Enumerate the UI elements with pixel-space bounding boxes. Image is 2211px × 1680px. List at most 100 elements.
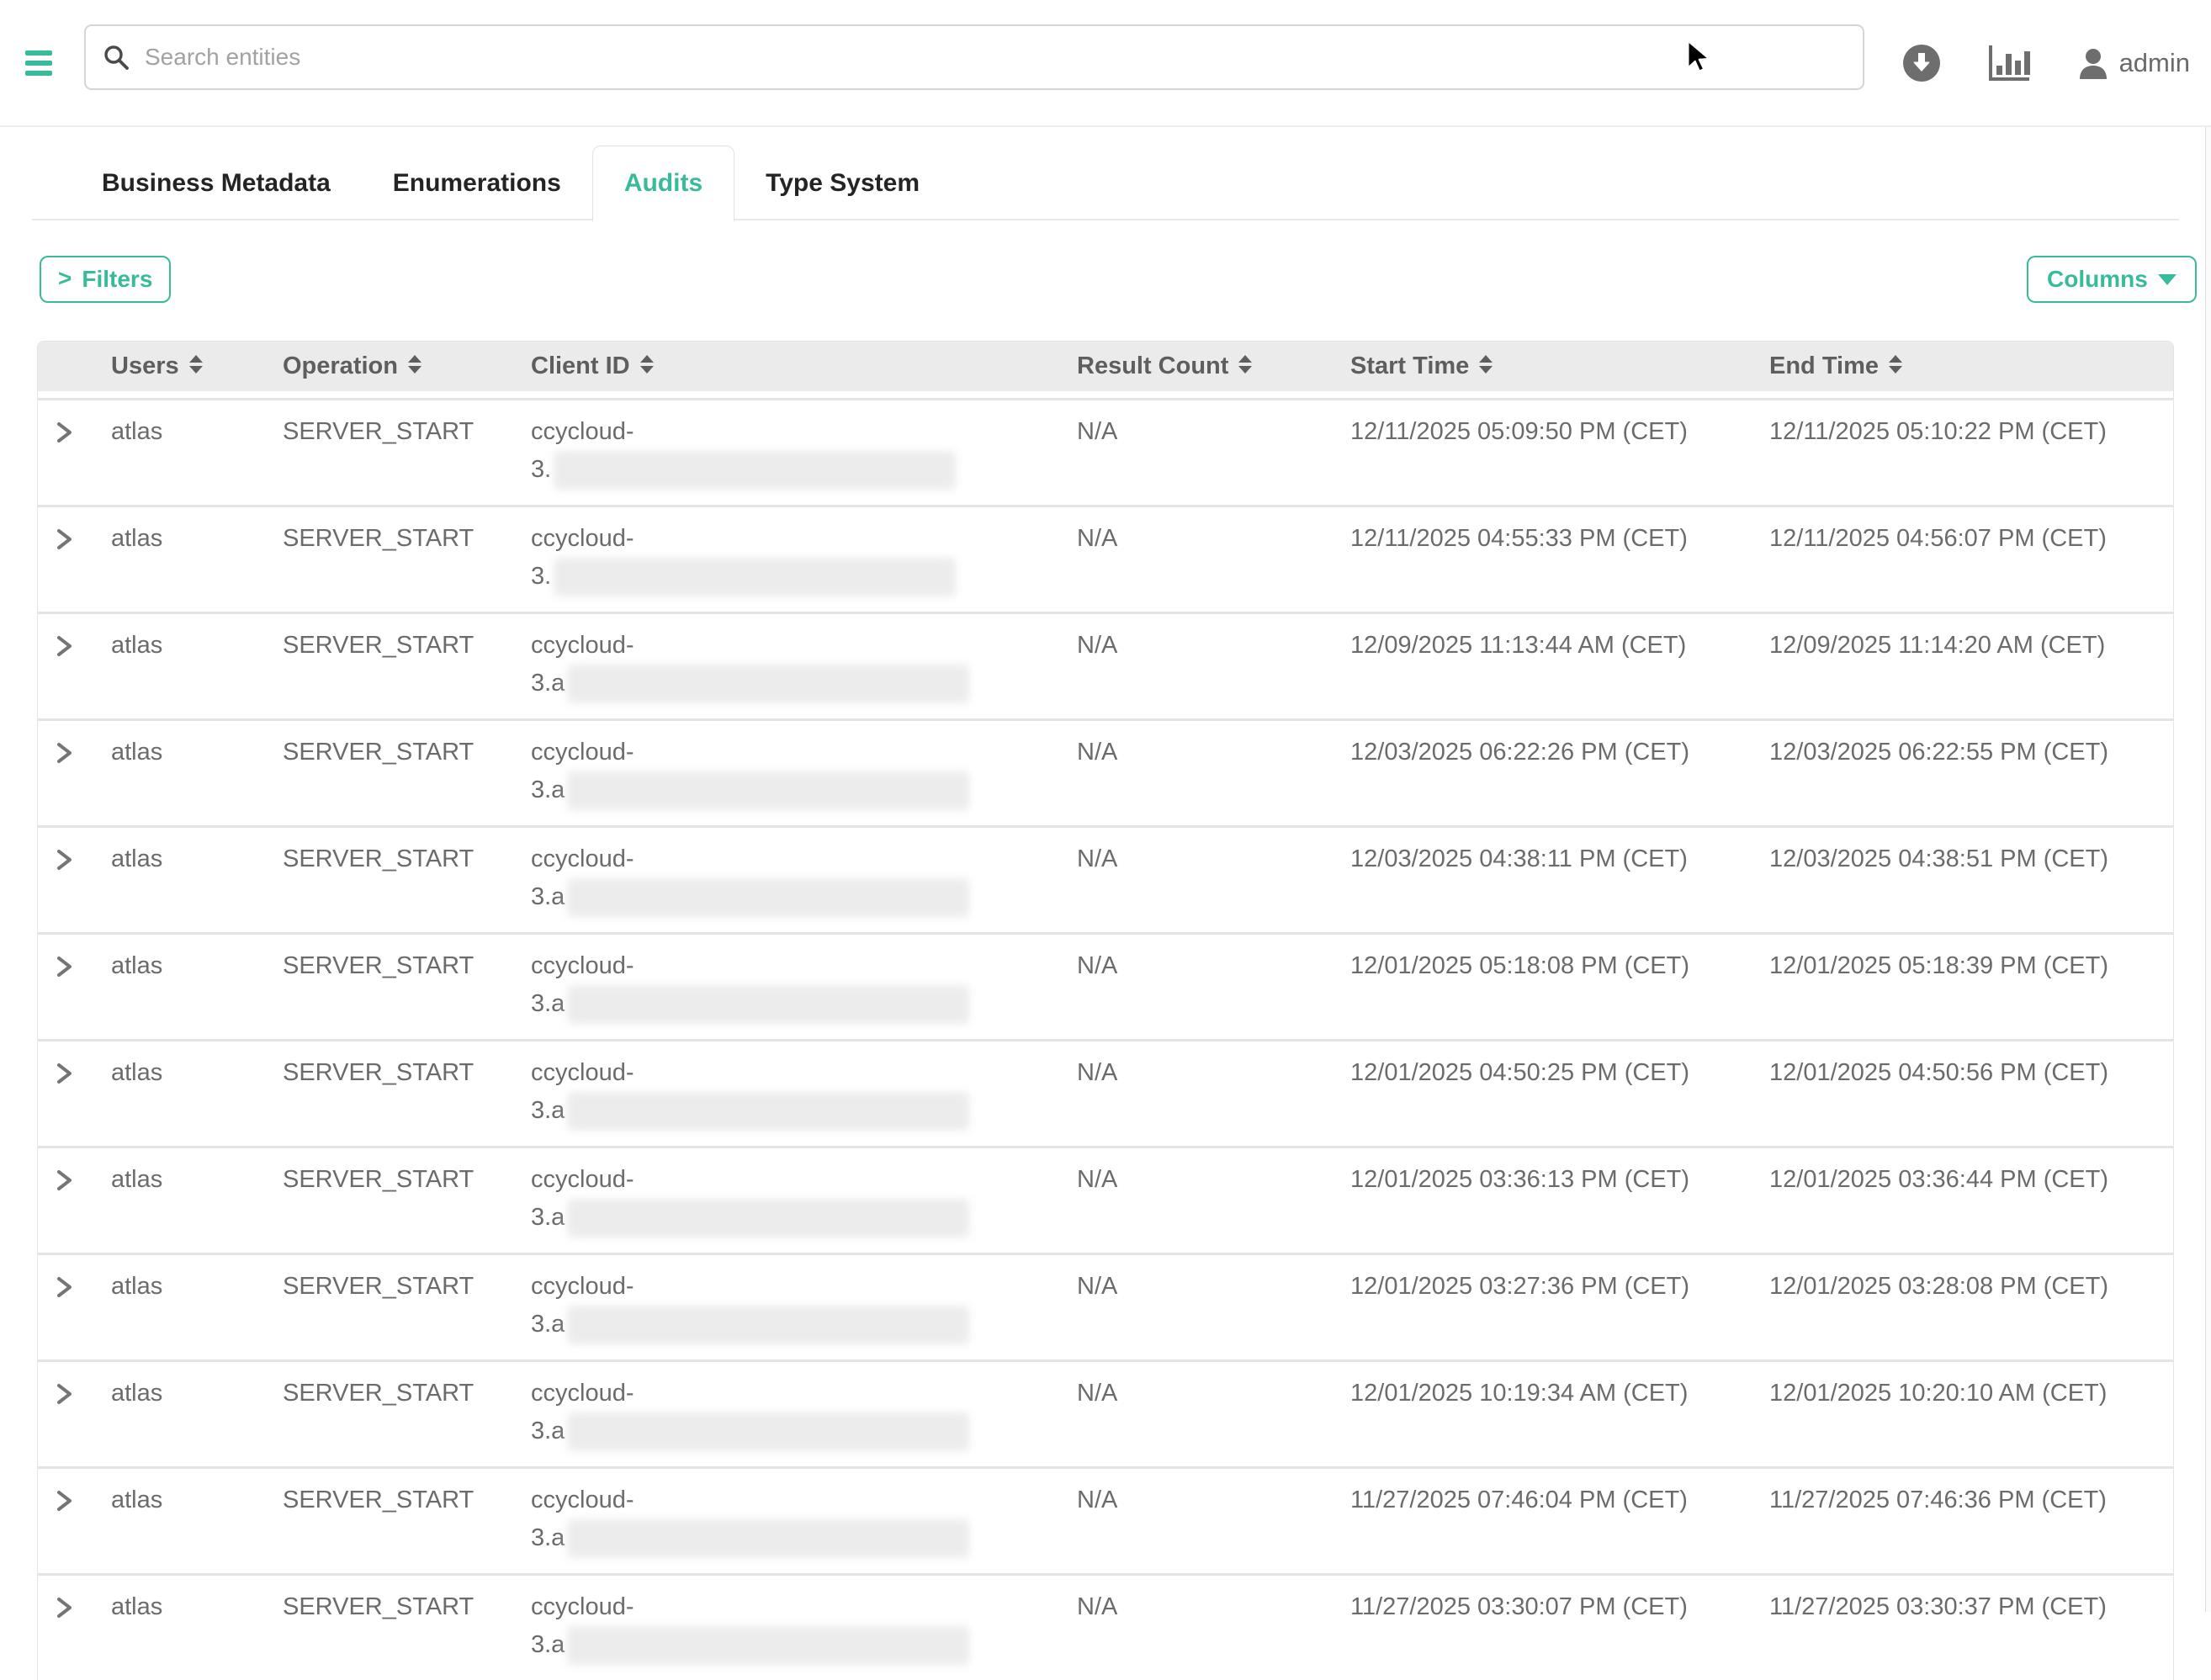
- tab-type-system[interactable]: Type System: [734, 146, 951, 220]
- cell-user: atlas: [111, 1593, 162, 1620]
- cell-start-time: 12/01/2025 04:50:25 PM (CET): [1350, 1059, 1689, 1086]
- chevron-right-icon: [53, 847, 75, 872]
- redacted-client-id: [567, 985, 969, 1024]
- expand-row-button[interactable]: [53, 1482, 75, 1510]
- cell-result-count: N/A: [1077, 1273, 1117, 1300]
- navbar-actions: admin: [1902, 0, 2190, 126]
- cell-client-id-line2: 3.a: [531, 1412, 1065, 1451]
- search-input[interactable]: [145, 44, 1846, 71]
- expand-row-button[interactable]: [53, 734, 75, 762]
- column-header-operation[interactable]: Operation: [271, 342, 519, 398]
- caret-down-icon: [2158, 274, 2177, 285]
- chevron-right-icon: [53, 1595, 75, 1620]
- cell-user: atlas: [111, 1487, 162, 1513]
- expand-row-button[interactable]: [53, 948, 75, 976]
- expand-row-button[interactable]: [53, 414, 75, 442]
- audit-table: Users Operation Client ID Result Count S…: [37, 341, 2174, 1680]
- cell-client-id-line2: 3.a: [531, 985, 1065, 1024]
- cell-end-time: 12/03/2025 04:38:51 PM (CET): [1769, 845, 2108, 872]
- column-header-client-id[interactable]: Client ID: [519, 342, 1065, 398]
- table-row: atlas SERVER_START ccycloud- 3.a N/A 11/…: [38, 1466, 2173, 1573]
- cell-result-count: N/A: [1077, 1059, 1117, 1086]
- redacted-client-id: [567, 1092, 969, 1131]
- sort-icon[interactable]: [1238, 355, 1252, 374]
- cell-client-id-line2: 3.: [531, 558, 1065, 596]
- client-id-prefix: 3.: [531, 456, 551, 483]
- cell-client-id-line2: 3.a: [531, 878, 1065, 917]
- cell-result-count: N/A: [1077, 1380, 1117, 1407]
- hamburger-menu-icon: [25, 50, 56, 76]
- redacted-client-id: [554, 558, 956, 596]
- username-label: admin: [2119, 48, 2190, 78]
- statistics-button[interactable]: [1988, 44, 2030, 82]
- column-header-end-time[interactable]: End Time: [1758, 342, 2173, 398]
- cell-client-id-line1: ccycloud-: [531, 1161, 1065, 1199]
- tab-business-metadata[interactable]: Business Metadata: [71, 146, 362, 220]
- cell-result-count: N/A: [1077, 525, 1117, 552]
- tab-audits[interactable]: Audits: [592, 146, 734, 222]
- cell-end-time: 12/03/2025 06:22:55 PM (CET): [1769, 739, 2108, 766]
- cell-client-id-line2: 3.a: [531, 1199, 1065, 1237]
- chevron-right-icon: [53, 1488, 75, 1513]
- sort-icon[interactable]: [1479, 355, 1493, 374]
- cell-user: atlas: [111, 1380, 162, 1407]
- tab-enumerations[interactable]: Enumerations: [362, 146, 592, 220]
- column-label: Operation: [283, 352, 398, 379]
- expand-row-button[interactable]: [53, 628, 75, 655]
- cell-user: atlas: [111, 1273, 162, 1300]
- user-menu[interactable]: admin: [2077, 47, 2190, 79]
- cell-result-count: N/A: [1077, 418, 1117, 445]
- cell-end-time: 12/01/2025 03:28:08 PM (CET): [1769, 1273, 2108, 1300]
- expand-row-button[interactable]: [53, 1162, 75, 1190]
- column-header-result-count[interactable]: Result Count: [1065, 342, 1339, 398]
- cell-start-time: 12/09/2025 11:13:44 AM (CET): [1350, 632, 1686, 659]
- sort-icon[interactable]: [640, 355, 654, 374]
- column-label: End Time: [1769, 352, 1879, 379]
- cell-start-time: 12/03/2025 04:38:11 PM (CET): [1350, 845, 1688, 872]
- cell-operation: SERVER_START: [283, 845, 474, 872]
- chevron-right-icon: [53, 1275, 75, 1300]
- menu-button[interactable]: [25, 45, 56, 82]
- cell-operation: SERVER_START: [283, 525, 474, 552]
- expand-row-button[interactable]: [53, 1375, 75, 1403]
- expand-row-button[interactable]: [53, 1269, 75, 1296]
- sort-icon[interactable]: [408, 355, 422, 374]
- cell-end-time: 11/27/2025 03:30:37 PM (CET): [1769, 1593, 2107, 1620]
- cell-client-id-line1: ccycloud-: [531, 1588, 1065, 1626]
- cell-result-count: N/A: [1077, 1593, 1117, 1620]
- cell-client-id-line1: ccycloud-: [531, 1481, 1065, 1519]
- cell-operation: SERVER_START: [283, 1059, 474, 1086]
- cell-result-count: N/A: [1077, 632, 1117, 659]
- table-row: atlas SERVER_START ccycloud- 3.a N/A 12/…: [38, 1253, 2173, 1359]
- sort-icon[interactable]: [189, 355, 203, 374]
- expand-row-button[interactable]: [53, 521, 75, 549]
- redacted-client-id: [567, 665, 969, 703]
- cell-operation: SERVER_START: [283, 1166, 474, 1193]
- circle-arrow-down-icon: [1902, 44, 1941, 82]
- column-label: Client ID: [531, 352, 630, 379]
- client-id-prefix: 3.a: [531, 776, 565, 803]
- cell-result-count: N/A: [1077, 952, 1117, 979]
- cell-end-time: 12/01/2025 05:18:39 PM (CET): [1769, 952, 2108, 979]
- table-row: atlas SERVER_START ccycloud- 3.a N/A 12/…: [38, 825, 2173, 932]
- cell-end-time: 12/01/2025 10:20:10 AM (CET): [1769, 1380, 2107, 1407]
- chevron-right-icon: [53, 740, 75, 766]
- cell-end-time: 12/11/2025 05:10:22 PM (CET): [1769, 418, 2107, 445]
- cell-client-id-line1: ccycloud-: [531, 627, 1065, 665]
- download-button[interactable]: [1902, 44, 1941, 82]
- columns-button[interactable]: Columns: [2027, 256, 2197, 303]
- cell-operation: SERVER_START: [283, 952, 474, 979]
- expand-row-button[interactable]: [53, 1055, 75, 1083]
- client-id-prefix: 3.a: [531, 670, 565, 697]
- filters-button[interactable]: > Filters: [40, 256, 171, 303]
- expand-row-button[interactable]: [53, 1589, 75, 1617]
- sort-icon[interactable]: [1889, 355, 1902, 374]
- scrollbar-track[interactable]: [2205, 127, 2211, 1612]
- chevron-right-icon: [53, 954, 75, 979]
- chevron-right-icon: [53, 633, 75, 659]
- cell-operation: SERVER_START: [283, 632, 474, 659]
- column-header-users[interactable]: Users: [99, 342, 271, 398]
- column-header-start-time[interactable]: Start Time: [1339, 342, 1758, 398]
- table-row: atlas SERVER_START ccycloud- 3.a N/A 12/…: [38, 1146, 2173, 1253]
- expand-row-button[interactable]: [53, 841, 75, 869]
